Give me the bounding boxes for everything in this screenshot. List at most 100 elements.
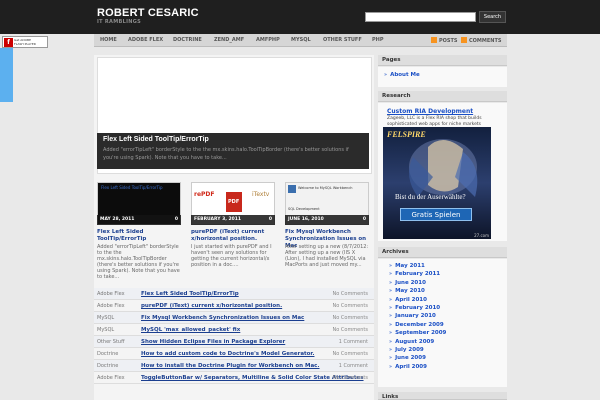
archive-item: » June 2010 [378, 279, 507, 287]
advertisement-banner[interactable]: FELSPIRE Bist du der Auserwählte? Gratis… [383, 127, 491, 239]
bullet-icon: » [389, 263, 393, 269]
archives-widget: » May 2011 » February 2011 » June 2010 » May… [378, 259, 507, 387]
archive-item: » February 2011 [378, 270, 507, 278]
mysql-workbench-logo [288, 185, 296, 193]
archive-item: » February 2010 [378, 304, 507, 312]
post-comments-count[interactable]: No Comments [333, 303, 369, 309]
post-comments-count[interactable]: 1 Comment [339, 363, 368, 369]
main-nav: HOME ADOBE FLEX DOCTRINE ZEND_AMF AMFPHP… [94, 34, 507, 47]
post-comments-count[interactable]: No Comments [333, 315, 369, 321]
list-item: MySQL Fix Mysql Workbench Synchronizatio… [94, 312, 374, 324]
ad-mark: 27.com [474, 233, 489, 238]
archive-item: » June 2009 [378, 354, 507, 362]
site-tagline: IT RAMBLINGS [97, 19, 142, 25]
comments-feed-link[interactable]: COMMENTS [461, 37, 501, 44]
nav-zend-amf[interactable]: ZEND_AMF [214, 37, 244, 43]
post-category[interactable]: Doctrine [97, 363, 118, 369]
flash-icon: f [4, 38, 13, 47]
post-category[interactable]: Adobe Flex [97, 375, 125, 381]
post-comments-count[interactable]: No Comments [333, 327, 369, 333]
archive-item: » May 2011 [378, 262, 507, 270]
post-category[interactable]: Doctrine [97, 351, 118, 357]
comment-count: 0 [268, 217, 272, 222]
list-item: MySQL MySQL 'max_allowed_packet' fix No … [94, 324, 374, 336]
site-header: ROBERT CESARIC IT RAMBLINGS Search [0, 0, 600, 34]
bullet-icon: » [389, 321, 393, 328]
featured-caption[interactable]: Flex Left Sided ToolTip/ErrorTip Added "… [97, 133, 369, 169]
post-comments-count[interactable]: No Comments [333, 351, 369, 357]
archive-link[interactable]: February 2010 [395, 305, 440, 311]
archive-link[interactable]: July 2009 [395, 347, 424, 353]
post-card-excerpt: After setting up a new (8/7/2012: After … [285, 244, 369, 268]
post-title-link[interactable]: MySQL 'max_allowed_packet' fix [141, 327, 240, 333]
recent-posts-list: Adobe Flex Flex Left Sided ToolTip/Error… [94, 288, 374, 384]
ad-play-button[interactable]: Gratis Spielen [400, 208, 472, 221]
post-category[interactable]: MySQL [97, 327, 114, 333]
archive-link[interactable]: April 2009 [395, 364, 427, 370]
post-title-link[interactable]: Flex Left Sided ToolTip/ErrorTip [141, 291, 239, 297]
featured-title[interactable]: Flex Left Sided ToolTip/ErrorTip [103, 136, 363, 143]
post-category[interactable]: Adobe Flex [97, 291, 125, 297]
post-title-link[interactable]: How to add custom code to Doctrine's Mod… [141, 351, 314, 357]
pdf-icon: PDF [225, 191, 243, 213]
post-comments-count[interactable]: No Comments [333, 375, 369, 381]
nav-php[interactable]: PHP [372, 37, 384, 43]
list-item: Adobe Flex purePDF (iText) current x/hor… [94, 300, 374, 312]
list-item: Adobe Flex ToggleButtonBar w/ Separators… [94, 372, 374, 384]
ria-link[interactable]: Custom RIA Development [387, 108, 473, 115]
archive-link[interactable]: February 2011 [395, 271, 440, 277]
search-input[interactable] [365, 12, 476, 22]
post-title-link[interactable]: Fix Mysql Workbench Synchronization Issu… [141, 315, 304, 321]
archive-item: » December 2009 [378, 321, 507, 329]
list-item: Adobe Flex Flex Left Sided ToolTip/Error… [94, 288, 374, 300]
post-title-link[interactable]: Show Hidden Eclipse Files in Package Exp… [141, 339, 285, 345]
post-comments-count[interactable]: 1 Comment [339, 339, 368, 345]
search-button[interactable]: Search [479, 11, 506, 23]
archive-link[interactable]: December 2009 [395, 322, 444, 328]
bullet-icon: » [389, 363, 393, 370]
site-title[interactable]: ROBERT CESARIC [97, 7, 199, 19]
flash-player-badge[interactable]: f Get ADOBE FLASH PLAYER [2, 36, 48, 48]
posts-feed-link[interactable]: POSTS [431, 37, 458, 44]
nav-home[interactable]: HOME [100, 37, 117, 43]
nav-mysql[interactable]: MYSQL [291, 37, 311, 43]
list-item: Doctrine How to add custom code to Doctr… [94, 348, 374, 360]
archive-item: » May 2010 [378, 287, 507, 295]
archive-link[interactable]: September 2009 [395, 330, 446, 336]
post-comments-count[interactable]: No Comments [333, 291, 369, 297]
archive-link[interactable]: June 2009 [395, 355, 426, 361]
feedback-side-tab[interactable] [0, 48, 13, 102]
archive-link[interactable]: January 2010 [395, 313, 436, 319]
bullet-icon: » [389, 338, 393, 345]
archive-link[interactable]: May 2011 [395, 263, 425, 269]
bullet-icon: » [389, 355, 393, 362]
post-title-link[interactable]: ToggleButtonBar w/ Separators, Multiline… [141, 375, 364, 381]
nav-doctrine[interactable]: DOCTRINE [173, 37, 202, 43]
archive-item: » August 2009 [378, 338, 507, 346]
bullet-icon: » [389, 296, 393, 303]
nav-other-stuff[interactable]: OTHER STUFF [323, 37, 362, 43]
pages-widget-title: Pages [378, 55, 507, 66]
post-title-link[interactable]: purePDF (iText) current x/horizontal pos… [141, 303, 282, 309]
bullet-icon: » [389, 288, 393, 295]
post-category[interactable]: Adobe Flex [97, 303, 125, 309]
archive-item: » September 2009 [378, 329, 507, 337]
nav-adobe-flex[interactable]: ADOBE FLEX [128, 37, 163, 43]
post-card-title[interactable]: Flex Left Sided ToolTip/ErrorTip [97, 229, 181, 243]
post-category[interactable]: MySQL [97, 315, 114, 321]
page-link-about-me[interactable]: About Me [390, 72, 420, 78]
archive-link[interactable]: August 2009 [395, 339, 434, 345]
archive-link[interactable]: May 2010 [395, 288, 425, 294]
archive-link[interactable]: June 2010 [395, 280, 426, 286]
post-card-title[interactable]: purePDF (iText) current x/horizontal pos… [191, 229, 275, 243]
nav-amfphp[interactable]: AMFPHP [256, 37, 280, 43]
list-item: Doctrine How to install the Doctrine Plu… [94, 360, 374, 372]
bullet-icon: » [389, 346, 393, 353]
bullet-icon: » [384, 72, 388, 78]
archive-item: » April 2010 [378, 296, 507, 304]
post-date: FEBRUARY 3, 2011 0 [191, 215, 275, 225]
post-title-link[interactable]: How to install the Doctrine Plugin for W… [141, 363, 320, 369]
archive-link[interactable]: April 2010 [395, 297, 427, 303]
post-category[interactable]: Other Stuff [97, 339, 125, 345]
ad-slogan: Bist du der Auserwählte? [395, 193, 466, 201]
